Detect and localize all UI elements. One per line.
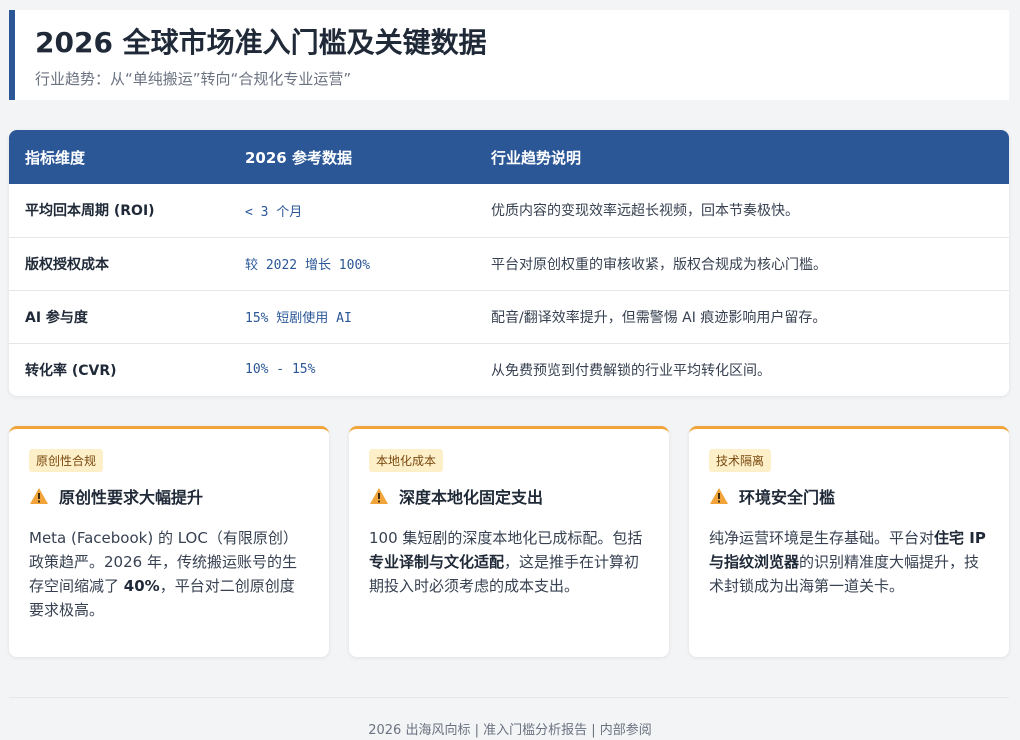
table-header-row: 指标维度 2026 参考数据 行业趋势说明 [9, 130, 1009, 184]
warning-icon [30, 488, 48, 504]
warning-icon [710, 488, 728, 504]
card-tag: 技术隔离 [709, 449, 772, 472]
footer-divider [9, 697, 1009, 698]
column-header-value: 2026 参考数据 [245, 148, 352, 167]
table-row: AI 参与度 15% 短剧使用 AI 配音/翻译效率提升，但需警惕 AI 痕迹影… [9, 290, 1009, 343]
table-row: 平均回本周期 (ROI) < 3 个月 优质内容的变现效率远超长视频，回本节奏极… [9, 184, 1009, 237]
column-header-trend: 行业趋势说明 [491, 148, 582, 167]
card-tag: 本地化成本 [369, 449, 444, 472]
trend-cell: 优质内容的变现效率远超长视频，回本节奏极快。 [491, 203, 799, 220]
page-title: 2026 全球市场准入门槛及关键数据 [35, 26, 487, 59]
metric-cell: 版权授权成本 [25, 256, 109, 273]
card-title: 原创性要求大幅提升 [59, 488, 204, 507]
card-tag: 原创性合规 [29, 449, 104, 472]
trend-cell: 平台对原创权重的审核收紧，版权合规成为核心门槛。 [491, 256, 827, 273]
data-table: 指标维度 2026 参考数据 行业趋势说明 平均回本周期 (ROI) < 3 个… [9, 130, 1009, 396]
data-table-card: 指标维度 2026 参考数据 行业趋势说明 平均回本周期 (ROI) < 3 个… [9, 130, 1009, 396]
card-title-row: 原创性要求大幅提升 [29, 484, 309, 508]
card-localization: 本地化成本 深度本地化固定支出 100 集短剧的深度本地化已成标配。包括专业译制… [349, 426, 669, 657]
value-cell: 较 2022 增长 100% [245, 258, 371, 273]
value-cell: < 3 个月 [245, 204, 303, 220]
trend-cell: 从免费预览到付费解锁的行业平均转化区间。 [491, 362, 771, 379]
table-row: 版权授权成本 较 2022 增长 100% 平台对原创权重的审核收紧，版权合规成… [9, 237, 1009, 290]
footer-text: 2026 出海风向标 | 准入门槛分析报告 | 内部参阅 [368, 723, 652, 738]
card-title: 深度本地化固定支出 [399, 488, 544, 507]
card-title: 环境安全门槛 [739, 488, 836, 507]
card-title-row: 深度本地化固定支出 [369, 484, 649, 508]
info-cards: 原创性合规 原创性要求大幅提升 Meta (Facebook) 的 LOC（有限… [9, 426, 1009, 658]
card-body: 100 集短剧的深度本地化已成标配。包括专业译制与文化适配，这是推手在计算初期投… [369, 529, 643, 595]
card-environment: 技术隔离 环境安全门槛 纯净运营环境是生存基础。平台对住宅 IP 与指纹浏览器的… [689, 426, 1009, 657]
card-highlight: 40% [123, 577, 160, 595]
page-subtitle: 行业趋势：从“单纯搬运”转向“合规化专业运营” [35, 70, 352, 88]
card-originality: 原创性合规 原创性要求大幅提升 Meta (Facebook) 的 LOC（有限… [9, 426, 329, 657]
metric-cell: 平均回本周期 (ROI) [25, 203, 155, 220]
card-title-row: 环境安全门槛 [709, 484, 989, 508]
value-cell: 15% 短剧使用 AI [245, 311, 352, 326]
metric-cell: 转化率 (CVR) [25, 362, 117, 379]
trend-cell: 配音/翻译效率提升，但需警惕 AI 痕迹影响用户留存。 [491, 309, 827, 326]
column-header-metric: 指标维度 [25, 148, 86, 167]
metric-cell: AI 参与度 [25, 309, 88, 326]
value-cell: 10% - 15% [245, 362, 316, 378]
card-body: Meta (Facebook) 的 LOC（有限原创）政策趋严。2026 年，传… [29, 529, 298, 619]
card-highlight: 专业译制与文化适配 [369, 553, 505, 571]
card-body: 纯净运营环境是生存基础。平台对住宅 IP 与指纹浏览器的识别精准度大幅提升，技术… [709, 529, 986, 595]
warning-icon [370, 488, 388, 504]
table-row: 转化率 (CVR) 10% - 15% 从免费预览到付费解锁的行业平均转化区间。 [9, 343, 1009, 396]
page-header: 2026 全球市场准入门槛及关键数据 行业趋势：从“单纯搬运”转向“合规化专业运… [9, 10, 1009, 100]
